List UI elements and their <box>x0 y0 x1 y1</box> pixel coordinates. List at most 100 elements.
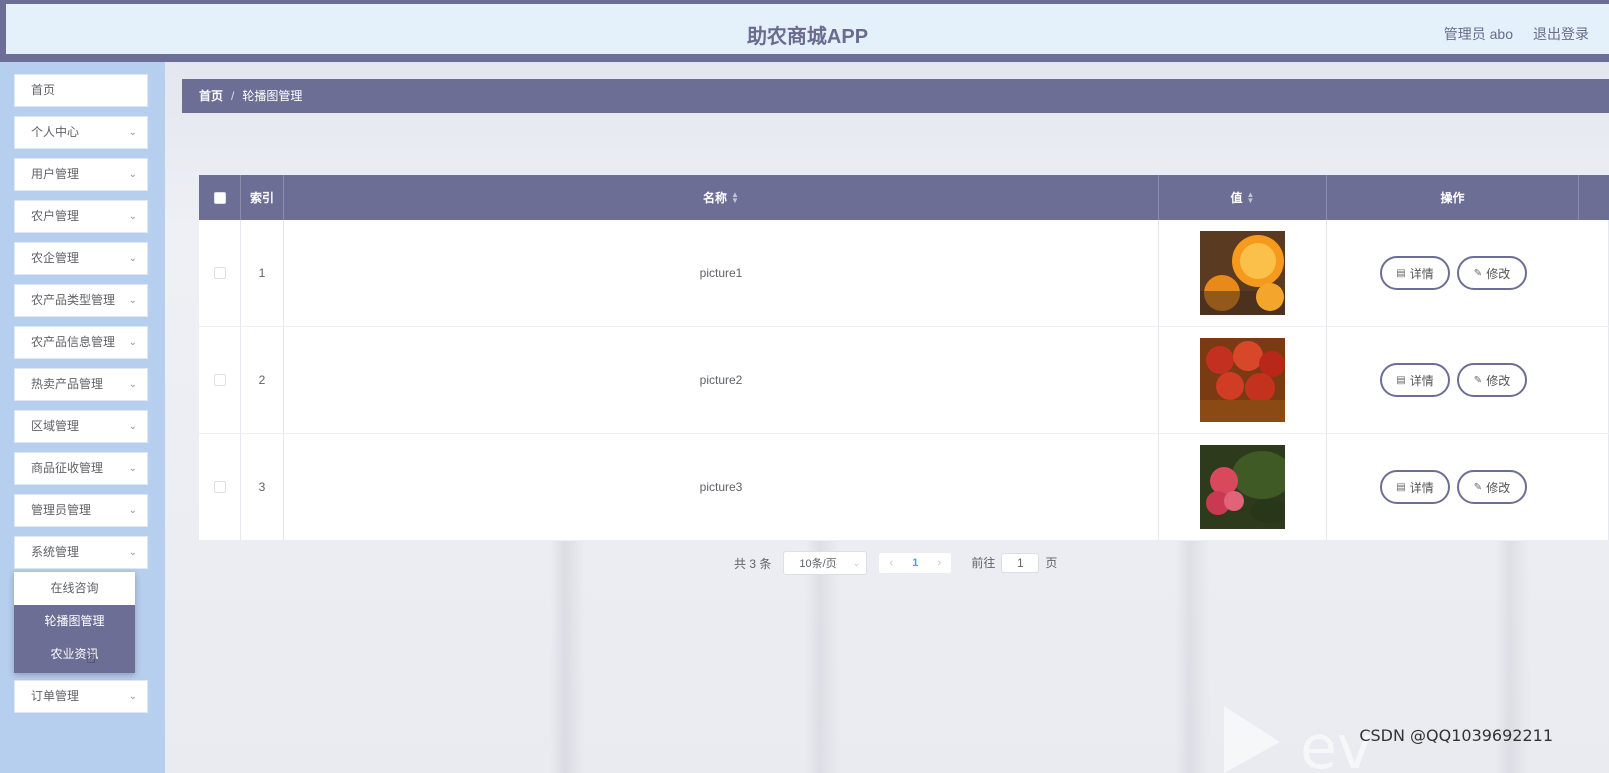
hand-cursor-icon: ☝ <box>86 650 96 667</box>
sidebar-item-admins[interactable]: 管理员管理 ⌄ <box>14 494 148 527</box>
current-page[interactable]: 1 <box>903 557 927 569</box>
detail-button[interactable]: ▤ 详情 <box>1380 363 1450 397</box>
user-area: 管理员 abo 退出登录 <box>1444 24 1609 44</box>
sidebar-item-product-info[interactable]: 农产品信息管理 ⌄ <box>14 326 148 359</box>
chevron-down-icon: ⌄ <box>128 127 137 138</box>
chevron-down-icon: ⌄ <box>128 211 137 222</box>
row-ops: ▤ 详情 ✎ 修改 <box>1327 220 1609 326</box>
apples-icon[interactable] <box>1200 338 1285 422</box>
edit-label: 修改 <box>1486 480 1511 495</box>
row-checkbox[interactable] <box>213 374 226 386</box>
chevron-down-icon: ⌄ <box>128 337 137 348</box>
sidebar-item-personal-center[interactable]: 个人中心 ⌄ <box>14 116 148 149</box>
chevron-down-icon: ⌄ <box>128 379 137 390</box>
chevron-down-icon: ⌄ <box>128 463 137 474</box>
sidebar-item-home[interactable]: 首页 <box>14 74 148 107</box>
goto-page: 前往 页 <box>971 553 1057 573</box>
row-index: 2 <box>241 327 284 433</box>
page-size-select[interactable]: 10条/页 ⌄ <box>783 551 868 575</box>
chevron-down-icon: ⌄ <box>128 505 137 516</box>
sidebar-item-label: 农企管理 <box>31 251 80 265</box>
sidebar-item-label: 首页 <box>31 83 56 97</box>
submenu-item-carousel[interactable]: 轮播图管理 <box>14 605 135 638</box>
detail-label: 详情 <box>1409 373 1434 388</box>
table-row: 2 picture2 ▤ 详情 ✎ 修改 <box>199 327 1609 434</box>
page-size-value: 10条/页 <box>799 558 837 570</box>
row-check-cell <box>199 220 241 326</box>
sidebar-item-goods-collection[interactable]: 商品征收管理 ⌄ <box>14 452 148 485</box>
document-icon: ▤ <box>1396 481 1406 493</box>
sidebar-item-regions[interactable]: 区域管理 ⌄ <box>14 410 148 443</box>
chevron-down-icon: ⌄ <box>128 169 137 180</box>
sidebar-item-orders[interactable]: 订单管理 ⌄ <box>14 680 148 713</box>
sidebar-item-label: 个人中心 <box>31 125 80 139</box>
orange-icon[interactable] <box>1200 231 1285 315</box>
sidebar-item-product-types[interactable]: 农产品类型管理 ⌄ <box>14 284 148 317</box>
chevron-down-icon: ⌄ <box>128 691 137 702</box>
sidebar-item-hot-products[interactable]: 热卖产品管理 ⌄ <box>14 368 148 401</box>
detail-label: 详情 <box>1409 480 1434 495</box>
pagination-total: 共 3 条 <box>734 556 772 571</box>
fruit-tree-icon[interactable] <box>1200 445 1285 529</box>
detail-label: 详情 <box>1409 266 1434 281</box>
submenu-item-online-consult[interactable]: 在线咨询 <box>14 572 135 605</box>
sidebar-item-system[interactable]: 系统管理 ⌄ <box>14 536 148 569</box>
system-submenu: 在线咨询 轮播图管理 农业资讯 <box>14 572 135 673</box>
header-name-label: 名称 <box>703 191 728 205</box>
chevron-down-icon: ⌄ <box>128 421 137 432</box>
chevron-down-icon: ⌄ <box>128 253 137 264</box>
edit-button[interactable]: ✎ 修改 <box>1457 256 1527 290</box>
row-value <box>1159 434 1327 540</box>
header: 助农商城APP 管理员 abo 退出登录 <box>6 4 1609 54</box>
edit-button[interactable]: ✎ 修改 <box>1457 470 1527 504</box>
document-icon: ▤ <box>1396 374 1406 386</box>
row-name: picture2 <box>284 327 1159 433</box>
sidebar-item-agri-companies[interactable]: 农企管理 ⌄ <box>14 242 148 275</box>
row-check-cell <box>199 327 241 433</box>
header-value[interactable]: 值 ▲ ▼ <box>1159 175 1327 220</box>
header-index: 索引 <box>241 175 284 220</box>
edit-button[interactable]: ✎ 修改 <box>1457 363 1527 397</box>
detail-button[interactable]: ▤ 详情 <box>1380 470 1450 504</box>
row-checkbox[interactable] <box>213 267 226 279</box>
table-row: 1 picture1 ▤ 详情 ✎ 修改 <box>199 220 1609 327</box>
sidebar-item-label: 订单管理 <box>31 689 80 703</box>
sort-icon[interactable]: ▲ ▼ <box>731 190 739 204</box>
sidebar-item-label: 区域管理 <box>31 419 80 433</box>
edit-label: 修改 <box>1486 266 1511 281</box>
row-ops: ▤ 详情 ✎ 修改 <box>1327 434 1609 540</box>
breadcrumb-current: 轮播图管理 <box>242 89 303 103</box>
edit-label: 修改 <box>1486 373 1511 388</box>
select-all-checkbox[interactable] <box>213 191 226 204</box>
document-icon: ▤ <box>1396 267 1406 279</box>
row-checkbox[interactable] <box>213 481 226 493</box>
watermark: CSDN @QQ1039692211 <box>1359 726 1553 745</box>
goto-page-input[interactable] <box>1001 553 1040 573</box>
row-index: 1 <box>241 220 284 326</box>
sidebar-item-label: 用户管理 <box>31 167 80 181</box>
sidebar-item-label: 热卖产品管理 <box>31 377 104 391</box>
app-title: 助农商城APP <box>746 26 869 48</box>
select-all-cell <box>199 175 241 220</box>
submenu-item-agri-news[interactable]: 农业资讯 <box>14 638 135 671</box>
logout-link[interactable]: 退出登录 <box>1533 26 1589 42</box>
next-page-icon[interactable]: › <box>927 557 951 569</box>
row-value <box>1159 327 1327 433</box>
sidebar-item-label: 商品征收管理 <box>31 461 104 475</box>
detail-button[interactable]: ▤ 详情 <box>1380 256 1450 290</box>
pagination: 共 3 条 10条/页 ⌄ ‹ 1 › 前往 页 <box>734 551 1057 575</box>
table-row: 3 picture3 ▤ 详情 ✎ 修改 <box>199 434 1609 541</box>
breadcrumb-home[interactable]: 首页 <box>199 89 223 103</box>
sidebar-item-farmers[interactable]: 农户管理 ⌄ <box>14 200 148 233</box>
sidebar-item-label: 管理员管理 <box>31 503 92 517</box>
goto-suffix: 页 <box>1045 556 1058 570</box>
prev-page-icon[interactable]: ‹ <box>879 557 903 569</box>
carousel-table: 索引 名称 ▲ ▼ 值 ▲ ▼ 操作 1 picture1 ▤ 详情 ✎ 修改 2 pict… <box>199 175 1609 541</box>
sort-icon[interactable]: ▲ ▼ <box>1247 190 1255 204</box>
chevron-down-icon: ⌄ <box>128 547 137 558</box>
sidebar-item-label: 农产品信息管理 <box>31 335 116 349</box>
sidebar-item-users[interactable]: 用户管理 ⌄ <box>14 158 148 191</box>
header-name[interactable]: 名称 ▲ ▼ <box>284 175 1159 220</box>
edit-icon: ✎ <box>1473 481 1483 493</box>
table-header: 索引 名称 ▲ ▼ 值 ▲ ▼ 操作 <box>199 175 1609 220</box>
